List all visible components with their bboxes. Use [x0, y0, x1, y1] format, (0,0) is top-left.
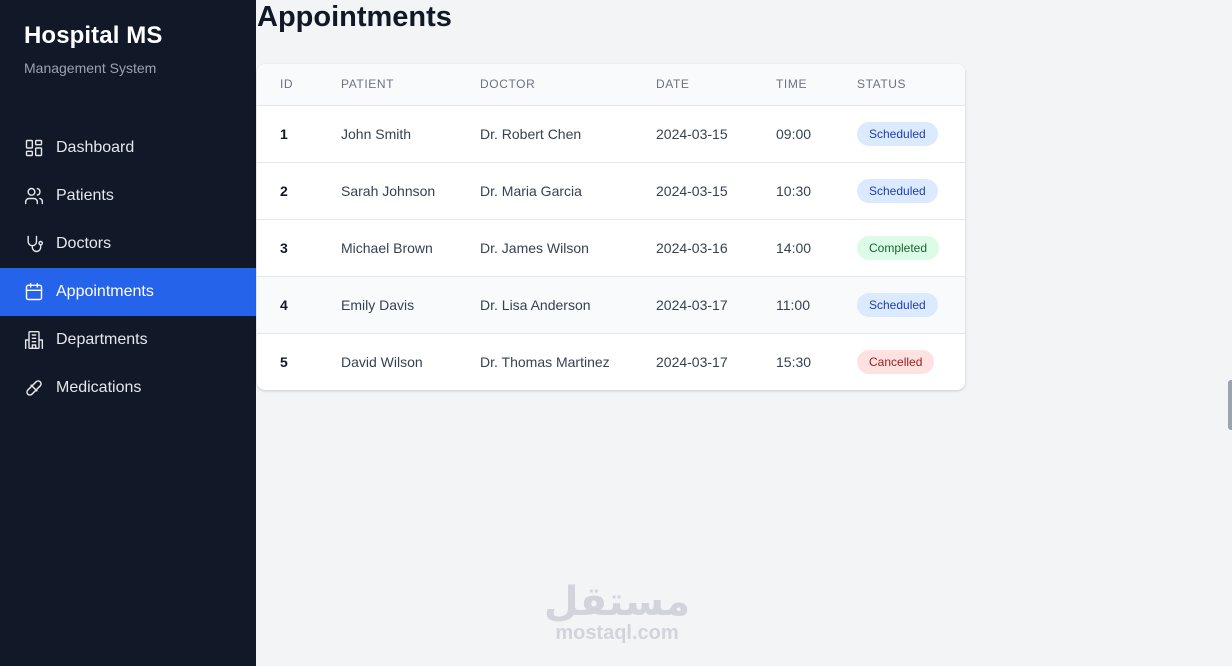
- appointments-table-card: ID PATIENT DOCTOR DATE TIME STATUS 1 Joh…: [257, 64, 965, 390]
- column-header-doctor: DOCTOR: [480, 77, 536, 92]
- page-title: Appointments: [257, 1, 452, 33]
- status-badge: Scheduled: [857, 121, 938, 146]
- cell-patient: John Smith: [341, 125, 412, 142]
- watermark-arabic: مستقل: [543, 579, 691, 625]
- column-header-id: ID: [280, 77, 294, 92]
- cell-time: 09:00: [776, 125, 812, 142]
- table-row[interactable]: 3 Michael Brown Dr. James Wilson 2024-03…: [257, 219, 965, 276]
- cell-patient: Sarah Johnson: [341, 182, 436, 199]
- main-content: Appointments ID PATIENT DOCTOR DATE TIME…: [256, 0, 1232, 666]
- sidebar-item-doctors[interactable]: Doctors: [0, 220, 256, 268]
- cell-doctor: Dr. James Wilson: [480, 239, 589, 256]
- cell-id: 3: [280, 239, 288, 256]
- stethoscope-icon: [24, 234, 44, 254]
- users-icon: [24, 186, 44, 206]
- app-subtitle: Management System: [24, 60, 157, 76]
- cell-date: 2024-03-17: [656, 296, 728, 313]
- column-header-date: DATE: [656, 77, 690, 92]
- cell-id: 1: [280, 125, 288, 142]
- cell-time: 14:00: [776, 239, 812, 256]
- sidebar-item-dashboard[interactable]: Dashboard: [0, 124, 256, 172]
- sidebar-item-patients[interactable]: Patients: [0, 172, 256, 220]
- cell-date: 2024-03-15: [656, 182, 728, 199]
- cell-status: Scheduled: [857, 276, 965, 333]
- column-header-patient: PATIENT: [341, 77, 395, 92]
- brand: Hospital MS Management System: [0, 0, 256, 124]
- cell-status: Scheduled: [857, 162, 965, 219]
- table-row[interactable]: 1 John Smith Dr. Robert Chen 2024-03-15 …: [257, 105, 965, 162]
- sidebar-item-label: Dashboard: [56, 139, 135, 156]
- status-badge: Completed: [857, 235, 940, 260]
- scroll-edge-handle: [1228, 380, 1232, 430]
- sidebar-item-appointments[interactable]: Appointments: [0, 268, 256, 316]
- sidebar-item-label: Departments: [56, 331, 148, 348]
- sidebar-item-label: Medications: [56, 379, 142, 396]
- sidebar-item-departments[interactable]: Departments: [0, 316, 256, 364]
- cell-doctor: Dr. Robert Chen: [480, 125, 582, 142]
- app-title: Hospital MS: [24, 22, 163, 49]
- calendar-icon: [24, 282, 44, 302]
- table-header-row: ID PATIENT DOCTOR DATE TIME STATUS: [257, 64, 965, 105]
- cell-doctor: Dr. Lisa Anderson: [480, 296, 591, 313]
- appointments-table: ID PATIENT DOCTOR DATE TIME STATUS 1 Joh…: [257, 64, 965, 390]
- status-badge: Scheduled: [857, 178, 938, 203]
- building-icon: [24, 330, 44, 350]
- cell-time: 15:30: [776, 353, 812, 370]
- table-row[interactable]: 4 Emily Davis Dr. Lisa Anderson 2024-03-…: [257, 276, 965, 333]
- cell-time: 10:30: [776, 182, 812, 199]
- cell-id: 2: [280, 182, 288, 199]
- cell-id: 5: [280, 353, 288, 370]
- dashboard-icon: [24, 138, 44, 158]
- table-row[interactable]: 5 David Wilson Dr. Thomas Martinez 2024-…: [257, 333, 965, 390]
- sidebar-item-medications[interactable]: Medications: [0, 364, 256, 412]
- cell-date: 2024-03-16: [656, 239, 728, 256]
- cell-time: 11:00: [776, 296, 810, 313]
- sidebar-item-label: Doctors: [56, 235, 112, 252]
- cell-patient: Emily Davis: [341, 296, 415, 313]
- status-badge: Cancelled: [857, 349, 935, 374]
- sidebar-item-label: Appointments: [56, 283, 154, 300]
- watermark-latin: mostaql.com: [555, 622, 679, 644]
- app-root: Hospital MS Management System Dashboard …: [0, 0, 1232, 666]
- cell-doctor: Dr. Thomas Martinez: [480, 353, 610, 370]
- cell-status: Scheduled: [857, 105, 965, 162]
- pill-icon: [24, 378, 44, 398]
- sidebar-nav: Dashboard Patients Doctors Appointments: [0, 124, 256, 412]
- sidebar: Hospital MS Management System Dashboard …: [0, 0, 256, 666]
- sidebar-item-label: Patients: [56, 187, 114, 204]
- cell-patient: David Wilson: [341, 353, 423, 370]
- cell-status: Completed: [857, 219, 965, 276]
- cell-patient: Michael Brown: [341, 239, 433, 256]
- status-badge: Scheduled: [857, 292, 938, 317]
- cell-date: 2024-03-17: [656, 353, 728, 370]
- cell-doctor: Dr. Maria Garcia: [480, 182, 582, 199]
- column-header-status: STATUS: [857, 77, 907, 92]
- cell-date: 2024-03-15: [656, 125, 728, 142]
- watermark-logo: مستقل mostaql.com: [542, 580, 692, 645]
- cell-id: 4: [280, 296, 288, 313]
- column-header-time: TIME: [776, 77, 808, 92]
- table-row[interactable]: 2 Sarah Johnson Dr. Maria Garcia 2024-03…: [257, 162, 965, 219]
- cell-status: Cancelled: [857, 333, 965, 390]
